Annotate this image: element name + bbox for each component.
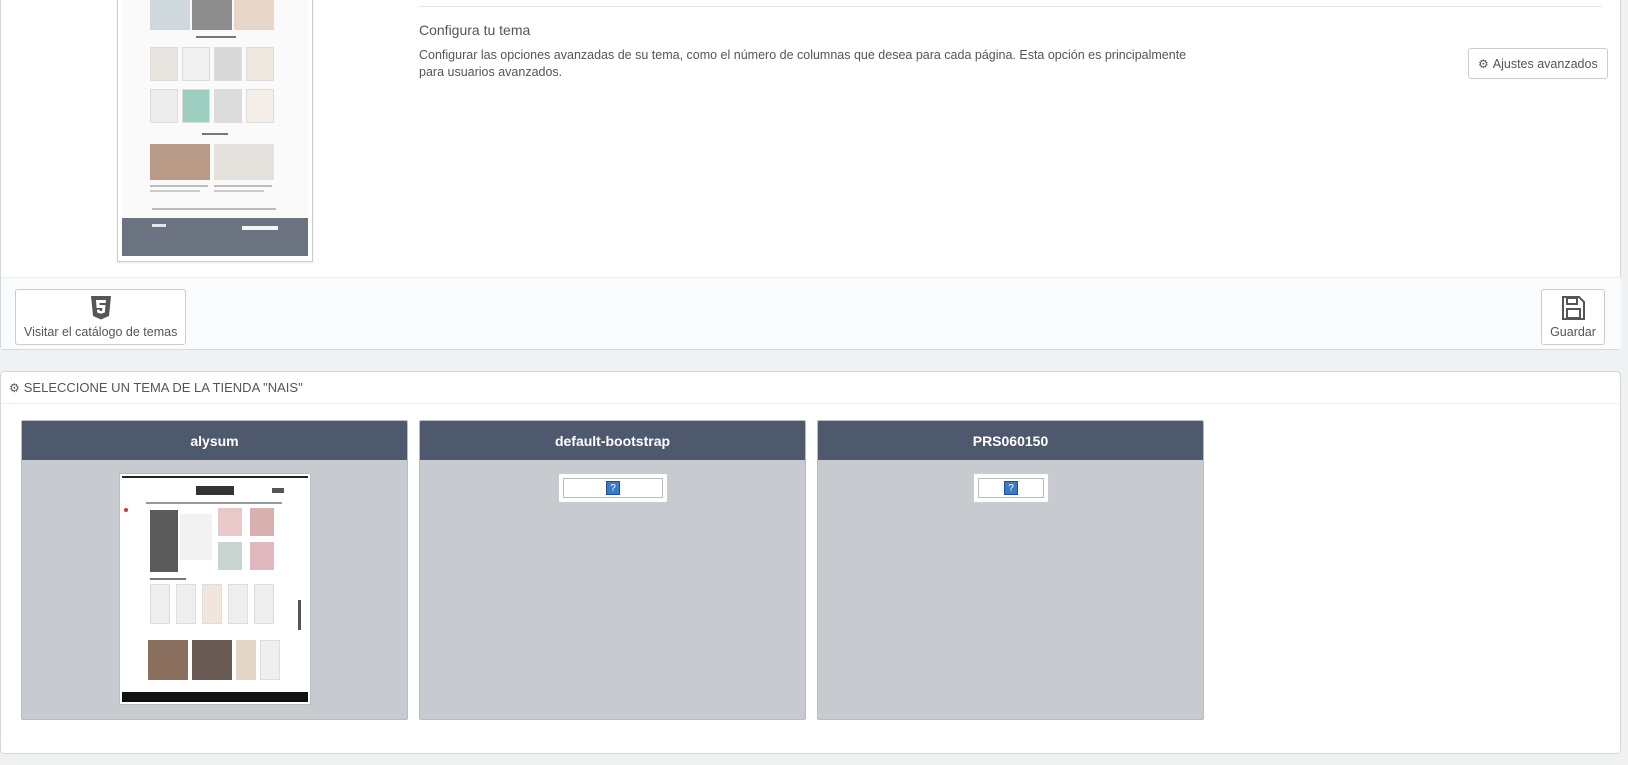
visit-catalog-label: Visitar el catálogo de temas (24, 324, 178, 339)
broken-image-icon: ? (1004, 481, 1018, 495)
theme-card-default-bootstrap[interactable]: default-bootstrap ? (419, 420, 806, 720)
visit-catalog-button[interactable]: Visitar el catálogo de temas (15, 289, 187, 345)
current-theme-screenshot (122, 0, 308, 256)
advanced-settings-button[interactable]: ⚙ Ajustes avanzados (1468, 48, 1608, 79)
config-title: Configura tu tema (419, 22, 531, 38)
theme-preview-prs060150[interactable]: ? (973, 473, 1049, 503)
current-theme-panel: Configura tu tema Configurar las opcione… (0, 0, 1621, 350)
config-description: Configurar las opciones avanzadas de su … (419, 48, 1187, 79)
floppy-disk-icon (1561, 295, 1585, 320)
theme-card-prs060150[interactable]: PRS060150 ? (817, 420, 1204, 720)
panel-heading: ⚙ SELECCIONE UN TEMA DE LA TIENDA "NAIS" (1, 372, 1620, 404)
broken-image-icon: ? (606, 481, 620, 495)
cogs-icon: ⚙ (9, 380, 20, 395)
theme-name: default-bootstrap (420, 421, 805, 460)
panel-heading-text: SELECCIONE UN TEMA DE LA TIENDA "NAIS" (23, 380, 303, 395)
theme-name: PRS060150 (818, 421, 1203, 460)
theme-preview-default-bootstrap[interactable]: ? (558, 473, 668, 503)
current-theme-preview (117, 0, 313, 262)
theme-preview-alysum[interactable] (119, 473, 311, 705)
theme-name: alysum (22, 421, 407, 460)
theme-selection-panel: ⚙ SELECCIONE UN TEMA DE LA TIENDA "NAIS"… (0, 371, 1621, 754)
panel-footer: Visitar el catálogo de temas Guardar (1, 277, 1621, 349)
html5-icon (90, 295, 112, 320)
theme-card-alysum[interactable]: alysum (21, 420, 408, 720)
gear-icon: ⚙ (1478, 56, 1489, 71)
advanced-settings-label: Ajustes avanzados (1492, 56, 1598, 71)
save-button[interactable]: Guardar (1541, 289, 1605, 345)
section-divider (419, 6, 1602, 7)
save-label: Guardar (1550, 324, 1596, 339)
